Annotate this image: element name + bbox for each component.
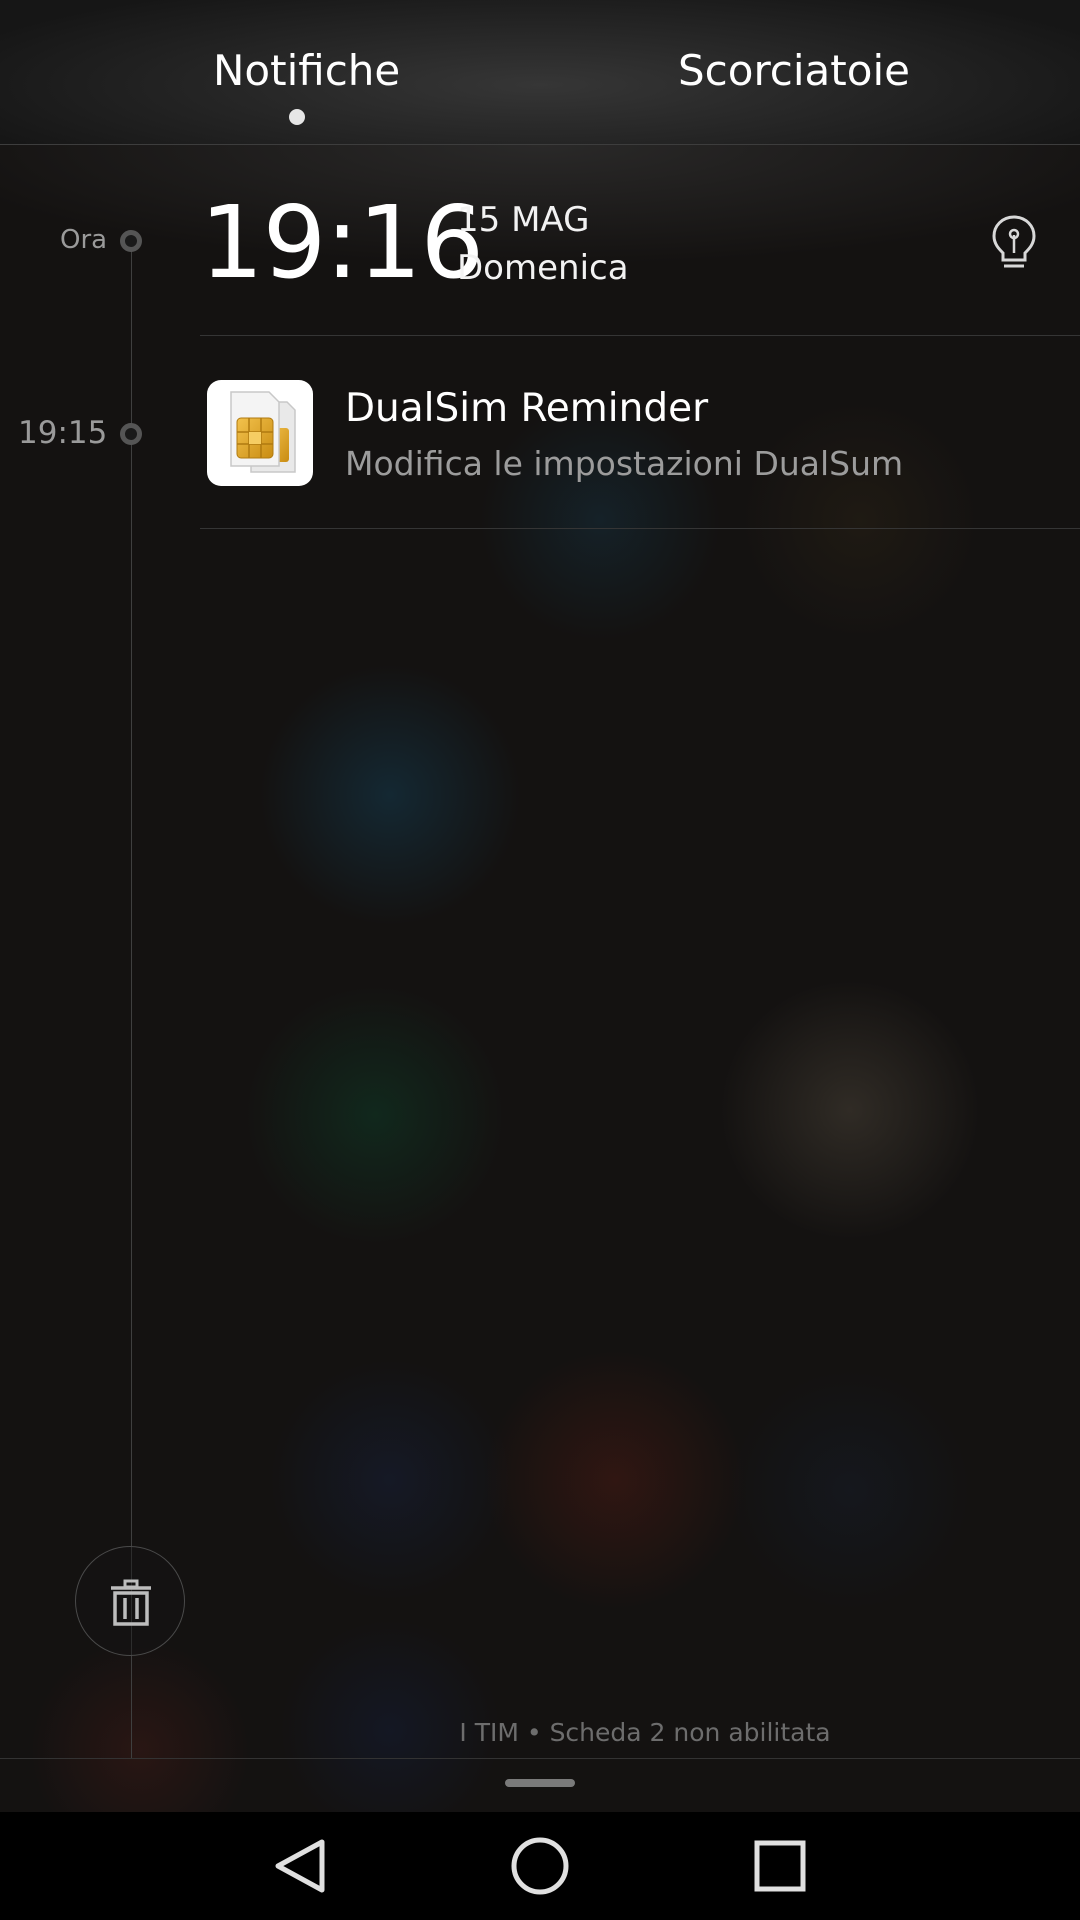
clear-all-button[interactable] xyxy=(75,1546,185,1656)
tab-header: Notifiche Scorciatoie xyxy=(0,0,1080,145)
notification-shade: Notifiche Scorciatoie Ora 19:15 19:16 15… xyxy=(0,0,1080,1920)
tab-notifications[interactable]: Notifiche xyxy=(213,46,400,95)
notification-body: Modifica le impostazioni DualSum xyxy=(345,444,904,483)
trash-icon xyxy=(111,1579,151,1626)
active-tab-indicator xyxy=(289,109,305,125)
dual-sim-card-icon xyxy=(207,380,313,486)
separator xyxy=(200,528,1080,529)
recents-button[interactable] xyxy=(720,1812,840,1920)
timeline-line xyxy=(131,241,132,1758)
notification-title: DualSim Reminder xyxy=(345,386,709,431)
notification-item[interactable]: DualSim Reminder Modifica le impostazion… xyxy=(200,336,1080,528)
recents-square-icon xyxy=(754,1840,806,1892)
drag-handle[interactable] xyxy=(505,1779,575,1787)
back-button[interactable] xyxy=(240,1812,360,1920)
tab-shortcuts[interactable]: Scorciatoie xyxy=(678,46,910,95)
timeline-now-label: Ora xyxy=(60,225,108,255)
home-circle-icon xyxy=(511,1837,569,1895)
navigation-bar xyxy=(0,1812,1080,1920)
timeline-dot-notification xyxy=(120,423,142,445)
clock-date: 15 MAG xyxy=(457,200,590,240)
clock-day: Domenica xyxy=(457,248,629,288)
separator xyxy=(0,1758,1080,1759)
carrier-status: I TIM • Scheda 2 non abilitata xyxy=(459,1718,831,1747)
lightbulb-icon[interactable] xyxy=(988,213,1040,273)
clock-time: 19:16 xyxy=(200,184,484,301)
notification-time: 19:15 xyxy=(18,415,108,451)
home-button[interactable] xyxy=(480,1812,600,1920)
back-triangle-icon xyxy=(275,1839,325,1893)
timeline-dot-now xyxy=(120,230,142,252)
